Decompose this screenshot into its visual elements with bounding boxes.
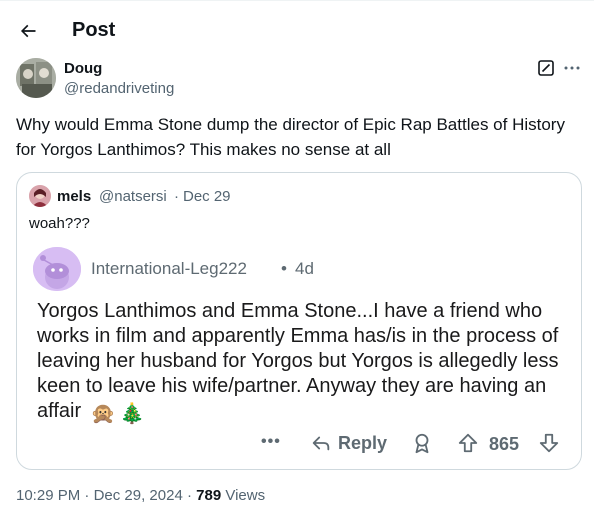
quote-separator: · bbox=[174, 188, 179, 205]
author-handle[interactable]: @redandriveting bbox=[64, 80, 174, 98]
post-meta: 10:29 PM · Dec 29, 2024 · 789 Views bbox=[16, 487, 265, 505]
back-arrow-icon bbox=[20, 24, 36, 38]
quote-text: woah??? bbox=[29, 215, 90, 232]
reddit-score: 865 bbox=[489, 434, 520, 454]
quote-author-handle: @natsersi bbox=[99, 188, 167, 205]
avatar[interactable] bbox=[16, 58, 56, 98]
page-title: Post bbox=[72, 19, 116, 41]
author-name[interactable]: Doug bbox=[64, 60, 102, 78]
reddit-comment: Yorgos Lanthimos and Emma Stone...I have… bbox=[37, 299, 565, 427]
downvote-icon bbox=[539, 433, 559, 453]
views-label: Views bbox=[225, 487, 266, 504]
quote-author-name: mels bbox=[57, 188, 92, 205]
quoted-post[interactable]: mels @natsersi · Dec 29 woah??? Internat… bbox=[16, 172, 582, 470]
back-button[interactable] bbox=[14, 17, 42, 45]
views-count: 789 bbox=[196, 487, 222, 504]
monkey-emoji: 🙊 bbox=[90, 403, 116, 425]
award-icon bbox=[415, 433, 429, 454]
reddit-age: 4d bbox=[295, 259, 314, 278]
reddit-action-bar: ••• Reply 865 bbox=[17, 431, 581, 457]
reddit-avatar bbox=[33, 247, 81, 291]
quote-date: Dec 29 bbox=[183, 188, 231, 205]
profile-photo bbox=[16, 58, 56, 98]
reddit-reply-button: Reply bbox=[310, 432, 387, 454]
grok-button[interactable] bbox=[538, 60, 554, 76]
snoo-icon bbox=[33, 247, 81, 291]
post-time[interactable]: 10:29 PM bbox=[16, 487, 80, 504]
reddit-username: International-Leg222 bbox=[91, 259, 247, 278]
reddit-more-button: ••• bbox=[261, 433, 281, 450]
quote-avatar bbox=[29, 185, 51, 207]
reddit-emojis: 🙊 🎄 bbox=[91, 402, 145, 427]
reddit-separator: • bbox=[281, 259, 287, 278]
more-icon bbox=[564, 66, 580, 70]
more-button[interactable] bbox=[562, 60, 582, 76]
meta-separator: · bbox=[186, 487, 192, 504]
tree-emoji: 🎄 bbox=[119, 403, 145, 425]
reddit-reply-label: Reply bbox=[338, 433, 388, 453]
top-bar: Post bbox=[0, 0, 594, 58]
upvote-icon bbox=[458, 433, 478, 453]
post-date[interactable]: Dec 29, 2024 bbox=[94, 487, 183, 504]
grok-icon bbox=[538, 60, 554, 76]
quote-profile-photo bbox=[29, 185, 51, 207]
meta-separator: · bbox=[84, 487, 90, 504]
post-text: Why would Emma Stone dump the director o… bbox=[16, 115, 565, 159]
reply-arrow-icon bbox=[312, 436, 330, 451]
